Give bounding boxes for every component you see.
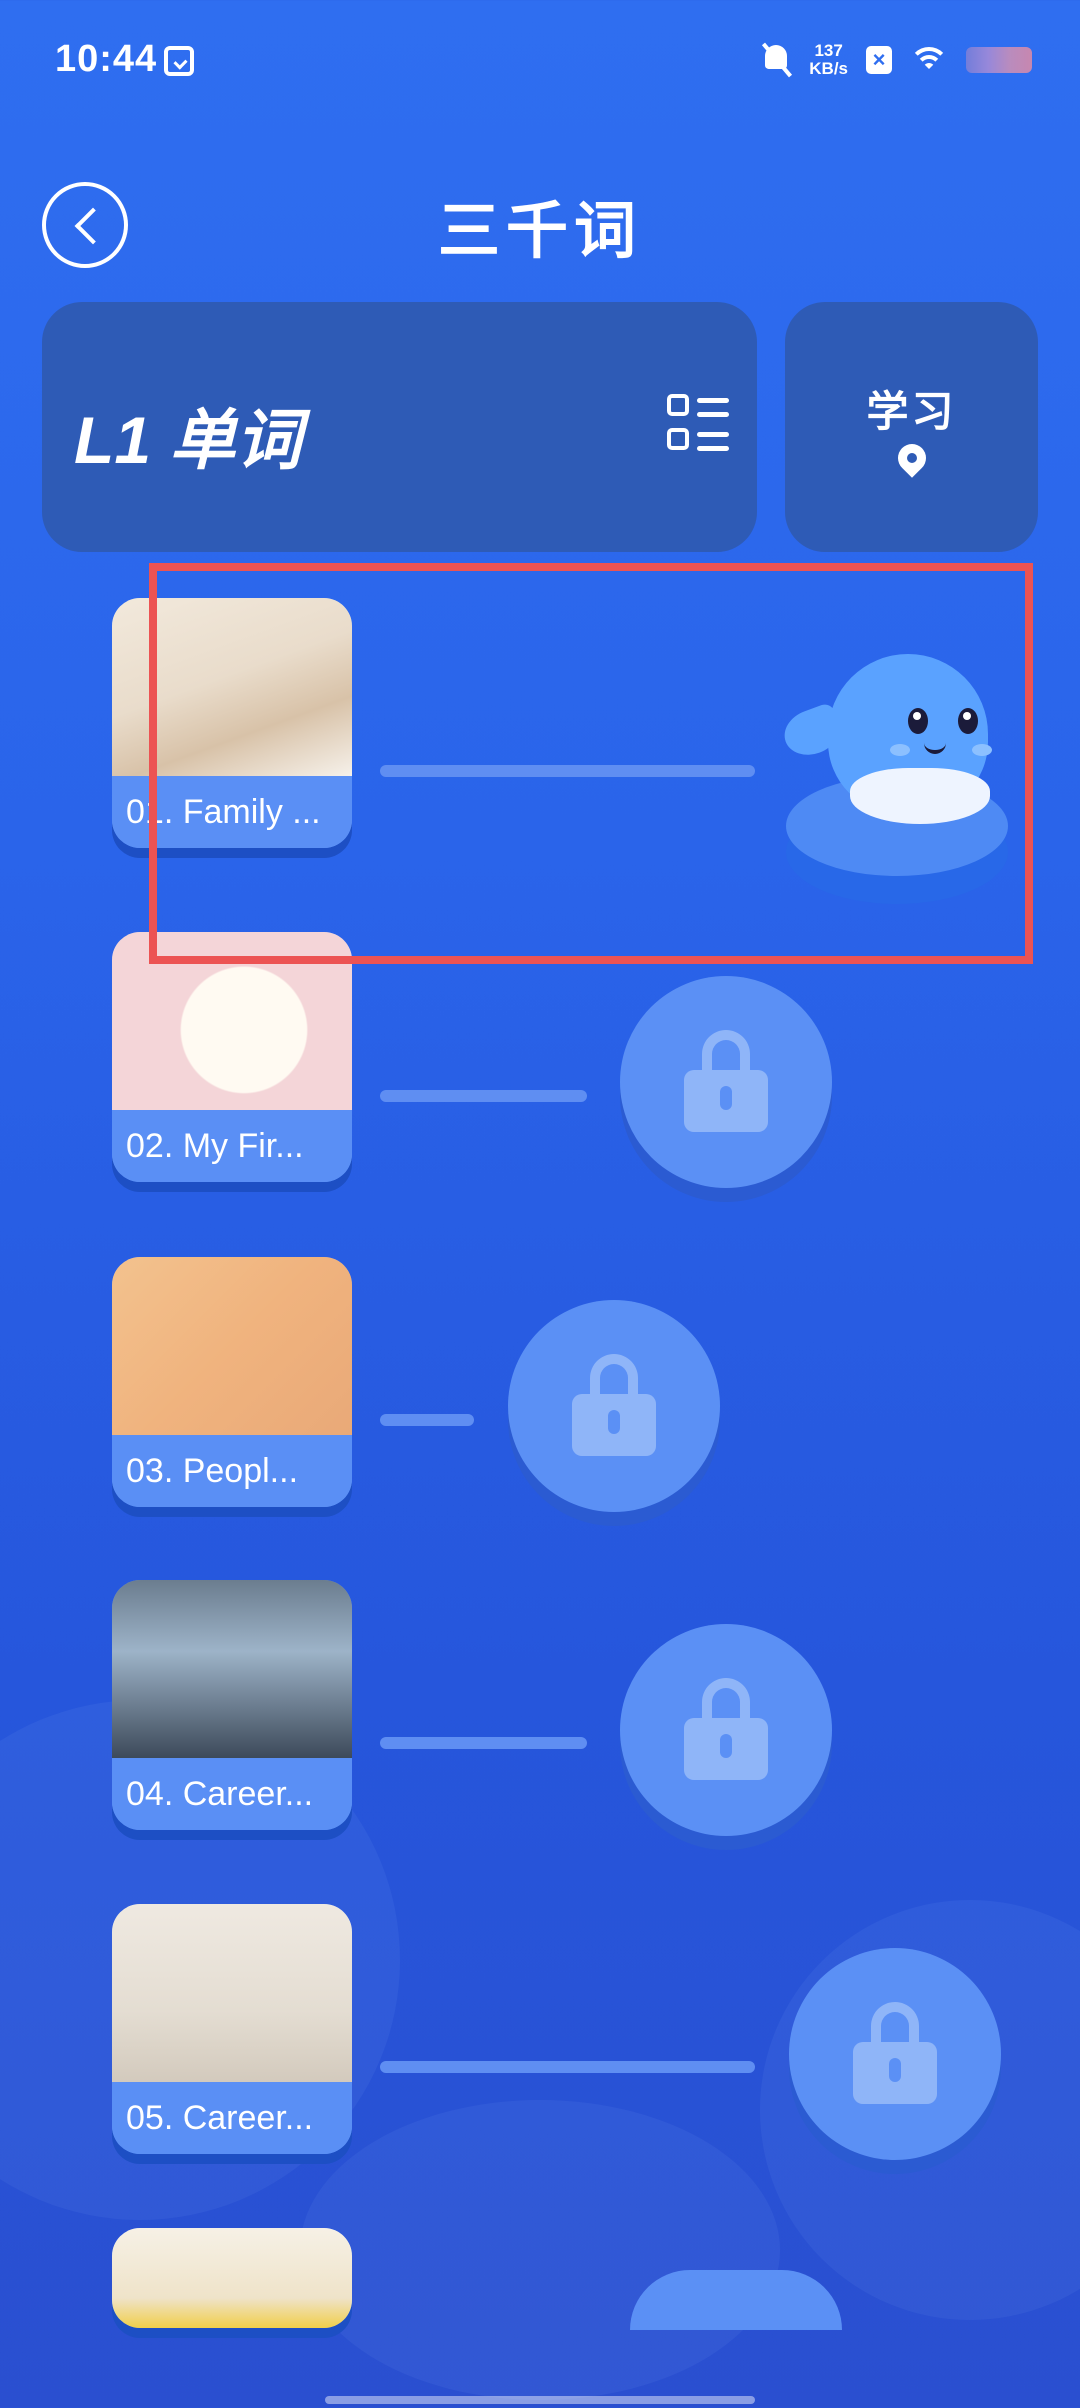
mute-icon (761, 43, 791, 77)
lock-icon (572, 1354, 656, 1458)
lesson-image-girl (112, 1257, 352, 1435)
list-icon[interactable] (667, 394, 731, 458)
lesson-image-bus-driver (112, 1580, 352, 1758)
lesson-image-painter (112, 1904, 352, 2082)
page-title: 三千词 (437, 197, 642, 266)
lock-icon (684, 1678, 768, 1782)
wifi-icon (910, 45, 948, 75)
x-notification-icon: × (866, 46, 892, 74)
path-connector (380, 2061, 755, 2073)
lesson-node-4-locked[interactable] (620, 1624, 832, 1836)
lesson-node-6-locked[interactable] (630, 2270, 842, 2330)
background-decor (300, 2100, 780, 2400)
lesson-card-6[interactable] (112, 2228, 352, 2328)
home-indicator[interactable] (325, 2396, 755, 2404)
level-title: L1 单词 (74, 403, 302, 477)
lesson-label: 05. Career... (112, 2082, 352, 2154)
calendar-icon (164, 46, 194, 76)
network-speed: 137 KB/s (809, 42, 848, 78)
lock-icon (684, 1030, 768, 1134)
battery-icon (966, 47, 1032, 73)
status-bar: 10:44 137 KB/s × (0, 0, 1080, 125)
lesson-node-3-locked[interactable] (508, 1300, 720, 1512)
path-connector (380, 1090, 587, 1102)
path-connector (380, 1737, 587, 1749)
lock-icon (853, 2002, 937, 2106)
network-speed-unit: KB/s (809, 59, 848, 78)
lesson-label: 03. Peopl... (112, 1435, 352, 1507)
network-speed-value: 137 (814, 41, 843, 60)
lesson-image-boy (112, 2228, 352, 2328)
lesson-card-3[interactable]: 03. Peopl... (112, 1257, 352, 1507)
lesson-node-2-locked[interactable] (620, 976, 832, 1188)
lesson-card-4[interactable]: 04. Career... (112, 1580, 352, 1830)
path-connector (380, 1414, 474, 1426)
location-pin-icon (892, 438, 932, 478)
highlight-box (149, 563, 1033, 964)
status-time: 10:44 (55, 38, 158, 80)
lesson-label: 04. Career... (112, 1758, 352, 1830)
lesson-label: 02. My Fir... (112, 1110, 352, 1182)
lesson-card-5[interactable]: 05. Career... (112, 1904, 352, 2154)
study-label: 学习 (866, 388, 957, 435)
level-card[interactable]: L1 单词 (42, 302, 757, 552)
lesson-card-2[interactable]: 02. My Fir... (112, 932, 352, 1182)
lesson-node-5-locked[interactable] (789, 1948, 1001, 2160)
study-button[interactable]: 学习 (785, 302, 1038, 552)
status-icons: 137 KB/s × (761, 42, 1032, 78)
